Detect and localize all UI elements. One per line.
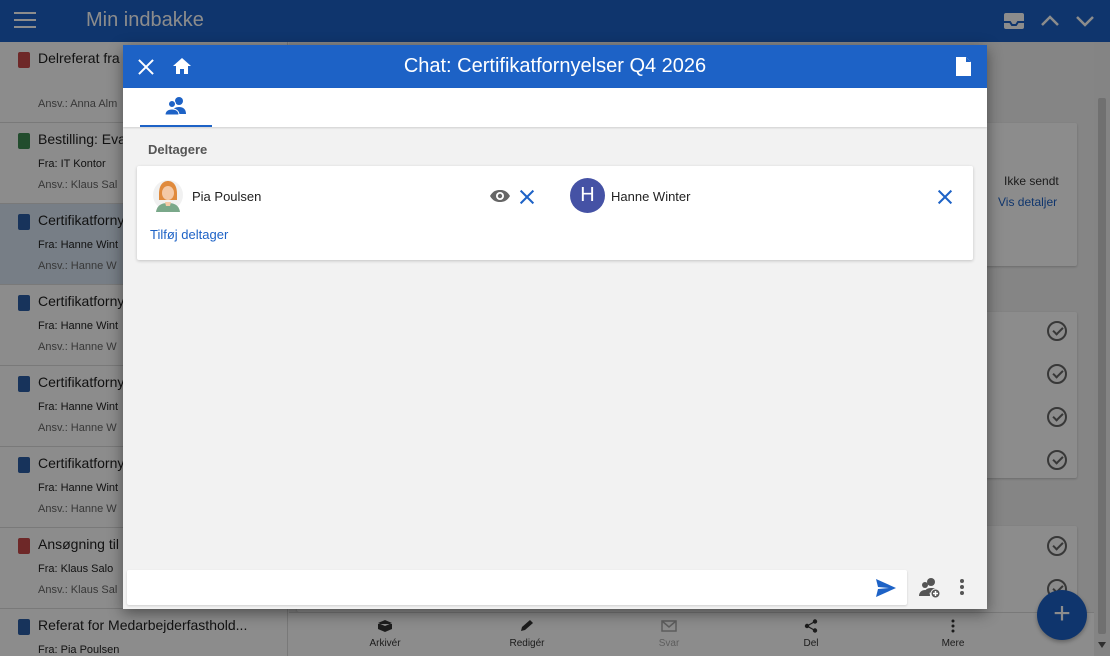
avatar <box>153 180 183 212</box>
more-options-icon[interactable] <box>959 579 965 597</box>
dialog-title: Chat: Certifikatfornyelser Q4 2026 <box>403 55 707 77</box>
participant-name: Hanne Winter <box>611 189 691 204</box>
dialog-header: Chat: Certifikatfornyelser Q4 2026 <box>123 45 987 88</box>
participant-hanne: H Hanne Winter <box>570 178 960 214</box>
message-composer <box>127 570 907 605</box>
eye-icon[interactable] <box>489 189 511 203</box>
document-icon[interactable] <box>955 56 972 77</box>
chat-dialog: Chat: Certifikatfornyelser Q4 2026 Delta… <box>123 45 987 609</box>
participant-name: Pia Poulsen <box>192 189 262 204</box>
add-participant-link[interactable]: Tilføj deltager <box>150 227 228 242</box>
participants-heading: Deltagere <box>148 142 208 157</box>
message-input[interactable] <box>135 576 855 599</box>
remove-participant-icon[interactable] <box>938 190 952 204</box>
add-person-icon[interactable] <box>919 577 941 599</box>
tab-participants[interactable] <box>140 88 212 127</box>
send-icon[interactable] <box>875 578 897 598</box>
participant-pia: Pia Poulsen <box>153 178 543 214</box>
remove-participant-icon[interactable] <box>520 190 534 204</box>
participants-card: Pia Poulsen H Hanne Winter Tilføj deltag… <box>137 166 973 260</box>
dialog-tabs <box>123 88 987 127</box>
avatar: H <box>570 178 605 213</box>
people-icon <box>165 97 186 116</box>
